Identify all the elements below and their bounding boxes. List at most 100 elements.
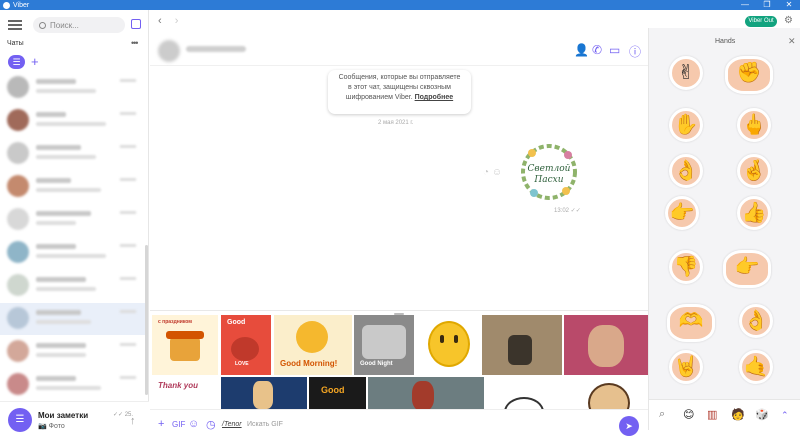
sticker-item[interactable]: 👌 xyxy=(669,154,703,188)
sticker-item[interactable]: 🤘 xyxy=(669,350,703,384)
gif-item[interactable]: Good LOVE xyxy=(221,315,271,375)
gif-item[interactable]: Good Morning! xyxy=(274,315,352,375)
scroll-up-icon[interactable]: ↑ xyxy=(130,415,136,427)
date-separator: 2 мая 2021 г. xyxy=(378,120,414,126)
gif-item[interactable] xyxy=(564,315,648,375)
my-notes-subtitle: 📷 Фото xyxy=(38,423,65,430)
encryption-notice: Сообщения, которые вы отправляете в этот… xyxy=(328,70,471,114)
sticker-pack-tab-icon[interactable]: 🧑 xyxy=(731,408,745,421)
sticker-text-2: Пасхи xyxy=(533,175,563,185)
viber-logo-icon xyxy=(3,1,10,9)
sticker-pane: Hands ✕ ✌ ✊ ✋ 🖕 👌 🤞 👉 👍 👎 👉 🫶 👌 🤘 🤙 ⌕ 😊 … xyxy=(648,28,800,430)
tenor-label: /Tenor xyxy=(222,421,242,428)
chats-heading: Чаты xyxy=(7,40,24,47)
gif-item[interactable]: с праздником xyxy=(152,315,218,375)
compose-icon[interactable] xyxy=(131,19,141,29)
sticker-item[interactable]: 🫶 xyxy=(667,304,715,342)
my-notes-avatar: ☰ xyxy=(8,408,32,432)
gif-item[interactable]: Good Night xyxy=(354,315,414,375)
sticker-item[interactable]: 🤙 xyxy=(739,350,773,384)
viber-out-button[interactable]: Viber Out xyxy=(745,16,777,27)
list-item[interactable] xyxy=(0,303,145,335)
info-icon[interactable]: ⓘ xyxy=(629,43,641,60)
sticker-item[interactable]: 🖕 xyxy=(737,108,771,142)
list-item[interactable] xyxy=(0,171,145,203)
menu-icon[interactable] xyxy=(8,20,22,30)
sticker-pack-tab-icon[interactable]: ▥ xyxy=(707,408,717,421)
list-item[interactable] xyxy=(0,237,145,269)
gif-item[interactable] xyxy=(486,377,566,411)
search-icon xyxy=(39,21,46,29)
timer-icon[interactable]: ◷ xyxy=(206,418,216,431)
forward-button[interactable]: › xyxy=(175,15,179,27)
encryption-line-3: шифрованием Viber. xyxy=(345,94,413,101)
attach-plus-icon[interactable]: + xyxy=(158,418,164,430)
encryption-line-2: в этот чат, защищены сквозным xyxy=(348,84,451,91)
window-controls: — ❐ ✕ xyxy=(734,0,800,10)
chat-list-pane: Поиск... Чаты ••• ☰ + ☰ Мои заметки 📷 Фо… xyxy=(0,10,149,440)
gif-item[interactable] xyxy=(570,377,648,411)
gif-item[interactable]: Thank you xyxy=(152,377,218,411)
list-item[interactable] xyxy=(0,270,145,302)
window-titlebar: Viber — ❐ ✕ xyxy=(0,0,800,10)
sticker-search-icon[interactable]: ⌕ xyxy=(659,408,665,421)
audio-call-icon[interactable]: ✆ xyxy=(592,43,602,57)
add-folder-button[interactable]: + xyxy=(31,54,39,69)
list-item[interactable] xyxy=(0,369,145,401)
sticker-item[interactable]: ✌ xyxy=(669,56,703,90)
contact-name[interactable] xyxy=(186,46,246,52)
sticker-item[interactable]: 👉 xyxy=(665,196,699,230)
gif-item[interactable] xyxy=(482,315,562,375)
sticker-item[interactable]: 👉 xyxy=(723,250,771,288)
gif-item[interactable]: Good xyxy=(309,377,366,411)
sticker-item[interactable]: 👌 xyxy=(739,304,773,338)
sticker-item[interactable]: ✊ xyxy=(725,56,773,94)
sticker-item[interactable]: 🤞 xyxy=(737,154,771,188)
my-notes-title: Мои заметки xyxy=(38,411,89,420)
conversation-pane: ‹ › 👤 ✆ ▭ ⓘ Сообщения, которые вы отправ… xyxy=(150,10,648,440)
video-call-icon[interactable]: ▭ xyxy=(609,43,620,57)
sticker-text-1: Светлой xyxy=(528,164,571,174)
close-window-button[interactable]: ✕ xyxy=(778,0,800,10)
maximize-button[interactable]: ❐ xyxy=(756,0,778,10)
gif-item[interactable] xyxy=(416,315,480,375)
gif-item[interactable] xyxy=(221,377,307,411)
collapse-tabs-icon[interactable]: ⌃ xyxy=(781,410,789,421)
minimize-button[interactable]: — xyxy=(734,0,756,10)
sticker-item[interactable]: 👎 xyxy=(669,250,703,284)
settings-gear-icon[interactable]: ⚙ xyxy=(784,15,793,26)
add-participant-icon[interactable]: 👤 xyxy=(574,43,589,57)
list-item[interactable] xyxy=(0,204,145,236)
list-item[interactable] xyxy=(0,105,145,137)
sticker-tabs: ⌕ 😊 ▥ 🧑 🎲 ⌃ xyxy=(649,399,800,430)
gif-panel: с праздником Good LOVE Good Morning! Goo… xyxy=(150,310,648,411)
encryption-line-1: Сообщения, которые вы отправляете xyxy=(338,74,461,81)
gif-search-input[interactable]: Искать GIF xyxy=(247,421,283,428)
sticker-icon[interactable]: ☺ xyxy=(188,418,199,430)
sticker-time: 13:02 ✓✓ xyxy=(554,208,581,214)
send-button[interactable]: ➤ xyxy=(619,416,639,436)
list-item[interactable] xyxy=(0,336,145,368)
learn-more-link[interactable]: Подробнее xyxy=(415,94,454,101)
my-notes-chat[interactable]: ☰ Мои заметки 📷 Фото ✓✓ 25. ↑ xyxy=(0,401,149,440)
gif-item[interactable] xyxy=(368,377,484,411)
list-item[interactable] xyxy=(0,72,145,104)
back-button[interactable]: ‹ xyxy=(158,15,162,27)
window-title: Viber xyxy=(13,1,30,9)
list-item[interactable] xyxy=(0,138,145,170)
emoji-tab-icon[interactable]: 😊 xyxy=(683,408,694,421)
sticker-pack-tab-icon[interactable]: 🎲 xyxy=(755,408,769,421)
chat-header: 👤 ✆ ▭ ⓘ xyxy=(150,38,648,66)
search-input[interactable]: Поиск... xyxy=(33,17,125,33)
sticker-item[interactable]: ✋ xyxy=(669,108,703,142)
filter-chats-button[interactable]: ☰ xyxy=(8,55,25,69)
more-options-icon[interactable]: ••• xyxy=(131,38,139,48)
contact-avatar[interactable] xyxy=(158,40,180,62)
sticker-item[interactable]: 👍 xyxy=(737,196,771,230)
easter-sticker[interactable]: Светлой Пасхи xyxy=(520,141,578,203)
reaction-icons[interactable]: ◔ ☺ xyxy=(483,167,502,178)
close-sticker-pane-button[interactable]: ✕ xyxy=(788,36,796,47)
chat-list-scrollbar[interactable] xyxy=(145,245,148,395)
gif-icon[interactable]: GIF xyxy=(172,420,185,429)
message-input-bar: + GIF ☺ ◷ /Tenor Искать GIF ➤ xyxy=(150,409,648,440)
